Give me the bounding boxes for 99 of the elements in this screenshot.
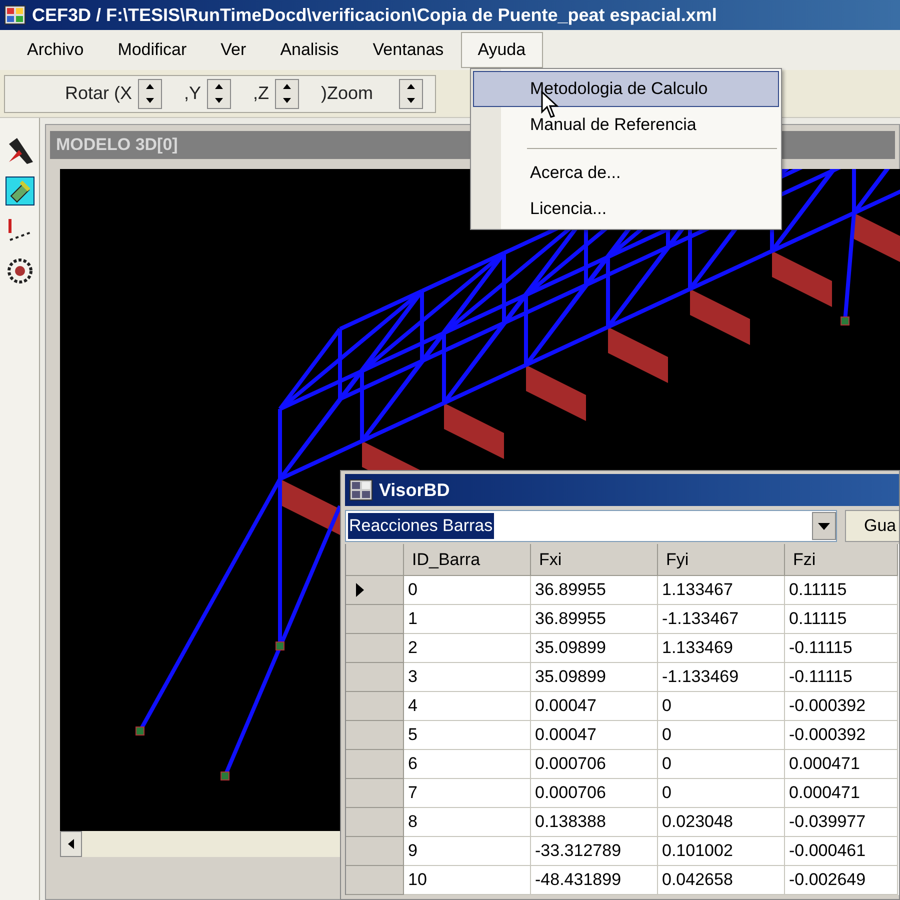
support-node [840, 316, 850, 326]
table-cell: 0.11115 [785, 576, 898, 605]
table-cell: 35.09899 [531, 663, 658, 692]
query-select[interactable]: Reacciones Barras [345, 510, 837, 542]
table-cell: 0 [658, 750, 785, 779]
axis-label: ,Y [184, 82, 202, 105]
table-cell: -33.312789 [531, 837, 658, 866]
current-row-icon [356, 583, 364, 597]
save-button[interactable]: Gua [845, 510, 899, 542]
table-cell: 0.000471 [785, 750, 898, 779]
table-cell: 0.042658 [658, 866, 785, 895]
spin-button[interactable] [207, 78, 232, 108]
table-cell: 5 [404, 721, 531, 750]
table-cell: 36.89955 [531, 576, 658, 605]
spin-button[interactable] [399, 78, 424, 108]
table-cell: -0.002649 [785, 866, 898, 895]
down-arrow-icon [215, 98, 224, 103]
table-cell: 3 [404, 663, 531, 692]
table-cell: 0.11115 [785, 605, 898, 634]
left-arrow-icon [68, 839, 74, 849]
floor-plate [444, 403, 504, 459]
menu-item[interactable]: Metodologia de Calculo [473, 71, 779, 107]
menu-item[interactable]: Manual de Referencia [473, 107, 779, 143]
table-cell: 0.00047 [531, 721, 658, 750]
grid-corner-header [346, 544, 404, 576]
table-cell: 10 [404, 866, 531, 895]
up-arrow-icon [215, 84, 224, 89]
column-header[interactable]: Fxi [531, 544, 658, 576]
floor-plate [526, 365, 586, 421]
table-cell: 0.023048 [658, 808, 785, 837]
table-cell: 0 [658, 692, 785, 721]
row-header[interactable] [346, 576, 404, 605]
axis-label: ,Z [253, 82, 270, 105]
query-value: Reacciones Barras [348, 513, 494, 539]
up-arrow-icon [407, 84, 416, 89]
support-node [136, 726, 144, 736]
window-title: CEF3D / F:\TESIS\RunTimeDocd\verificacion\Copia de Puente_peat espacial.xml [32, 4, 717, 27]
table-cell: 0 [404, 576, 531, 605]
table-cell: 9 [404, 837, 531, 866]
dropdown-button[interactable] [812, 512, 836, 540]
table-cell: -0.11115 [785, 663, 898, 692]
menu-item[interactable]: Ayuda [460, 32, 543, 68]
menu-item[interactable]: Archivo [10, 32, 101, 68]
table-cell: -48.431899 [531, 866, 658, 895]
table-cell: -1.133469 [658, 663, 785, 692]
floor-plate [772, 251, 832, 307]
menu-item[interactable]: Licencia... [473, 191, 779, 227]
spin-button[interactable] [138, 78, 162, 108]
menu-item[interactable]: Ver [204, 32, 264, 68]
axis-label: Rotar (X [65, 82, 132, 105]
axis-label: )Zoom [321, 82, 374, 105]
up-arrow-icon [283, 84, 292, 89]
column-header[interactable]: Fyi [658, 544, 785, 576]
column-header[interactable]: ID_Barra [404, 544, 531, 576]
table-cell: -1.133467 [658, 605, 785, 634]
column-header[interactable]: Fzi [785, 544, 898, 576]
table-cell: 4 [404, 692, 531, 721]
table-cell: 1.133469 [658, 634, 785, 663]
down-arrow-icon [146, 98, 154, 103]
table-cell: 2 [404, 634, 531, 663]
menu-item[interactable]: Modificar [100, 32, 204, 68]
down-arrow-icon [407, 98, 416, 103]
table-cell: -0.000461 [785, 837, 898, 866]
table-cell: -0.039977 [785, 808, 898, 837]
table-cell: 0 [658, 779, 785, 808]
app-icon [4, 5, 26, 25]
table-cell: 0.101002 [658, 837, 785, 866]
support-node [220, 772, 230, 780]
table-cell: -0.11115 [785, 634, 898, 663]
down-arrow-icon [283, 98, 292, 103]
app-icon [349, 479, 373, 501]
window-title: MODELO 3D[0] [56, 134, 178, 156]
table-cell: 6 [404, 750, 531, 779]
table-cell: 0.00047 [531, 692, 658, 721]
table-cell: 0.000706 [531, 779, 658, 808]
table-cell: 1.133467 [658, 576, 785, 605]
table-cell: 0.000706 [531, 750, 658, 779]
support-node [276, 642, 284, 650]
table-cell: 0.138388 [531, 808, 658, 837]
table-cell: -0.000392 [785, 721, 898, 750]
up-arrow-icon [146, 84, 154, 89]
table-cell: 7 [404, 779, 531, 808]
menu-item[interactable]: Ventanas [356, 32, 461, 68]
table-cell: 0 [658, 721, 785, 750]
window-title: VisorBD [379, 478, 450, 502]
table-cell: 0.000471 [785, 779, 898, 808]
table-cell: 1 [404, 605, 531, 634]
table-cell: 36.89955 [531, 605, 658, 634]
floor-plate [608, 327, 668, 383]
floor-plate [280, 479, 340, 535]
caret-icon [818, 522, 830, 530]
table-cell: 35.09899 [531, 634, 658, 663]
floor-plate [690, 289, 750, 345]
menu-item[interactable]: Acerca de... [473, 155, 779, 191]
scroll-left-button[interactable] [60, 831, 82, 857]
spin-button[interactable] [275, 78, 300, 108]
table-cell: 8 [404, 808, 531, 837]
table-cell: -0.000392 [785, 692, 898, 721]
menu-item[interactable]: Analisis [263, 32, 356, 68]
